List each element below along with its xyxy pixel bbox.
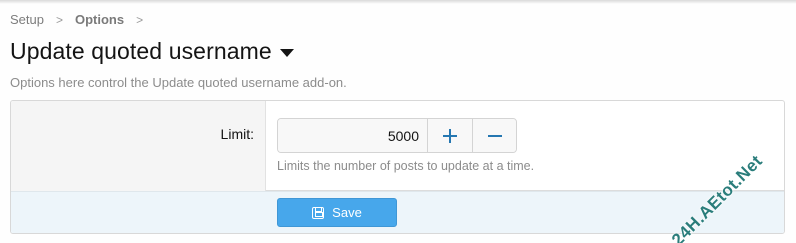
breadcrumb-separator: >	[136, 12, 144, 27]
breadcrumb: Setup > Options >	[10, 12, 155, 27]
page-title: Update quoted username	[10, 38, 294, 65]
option-label: Limit:	[220, 126, 254, 142]
submit-row: Save	[11, 191, 784, 233]
plus-icon	[443, 128, 457, 143]
top-shade	[0, 0, 796, 4]
increment-button[interactable]	[428, 119, 472, 152]
option-hint: Limits the number of posts to update at …	[277, 159, 535, 173]
option-label-cell: Limit:	[11, 101, 266, 191]
breadcrumb-item-options[interactable]: Options	[75, 12, 124, 27]
limit-input[interactable]	[278, 119, 428, 152]
breadcrumb-separator: >	[55, 12, 63, 27]
decrement-button[interactable]	[472, 119, 516, 152]
option-row-limit: Limit: Limits the number of posts to upd…	[11, 101, 784, 191]
page-title-text: Update quoted username	[10, 38, 272, 64]
option-control-cell: Limits the number of posts to update at …	[266, 101, 784, 191]
save-icon	[312, 206, 325, 219]
limit-stepper	[277, 118, 517, 153]
save-button-label: Save	[332, 205, 362, 220]
minus-icon	[487, 129, 502, 143]
save-button[interactable]: Save	[277, 198, 397, 227]
caret-down-icon[interactable]	[279, 49, 294, 57]
options-block: Limit: Limits the number of posts to upd…	[10, 100, 785, 234]
page-description: Options here control the Update quoted u…	[10, 75, 347, 90]
breadcrumb-item-setup[interactable]: Setup	[10, 12, 44, 27]
